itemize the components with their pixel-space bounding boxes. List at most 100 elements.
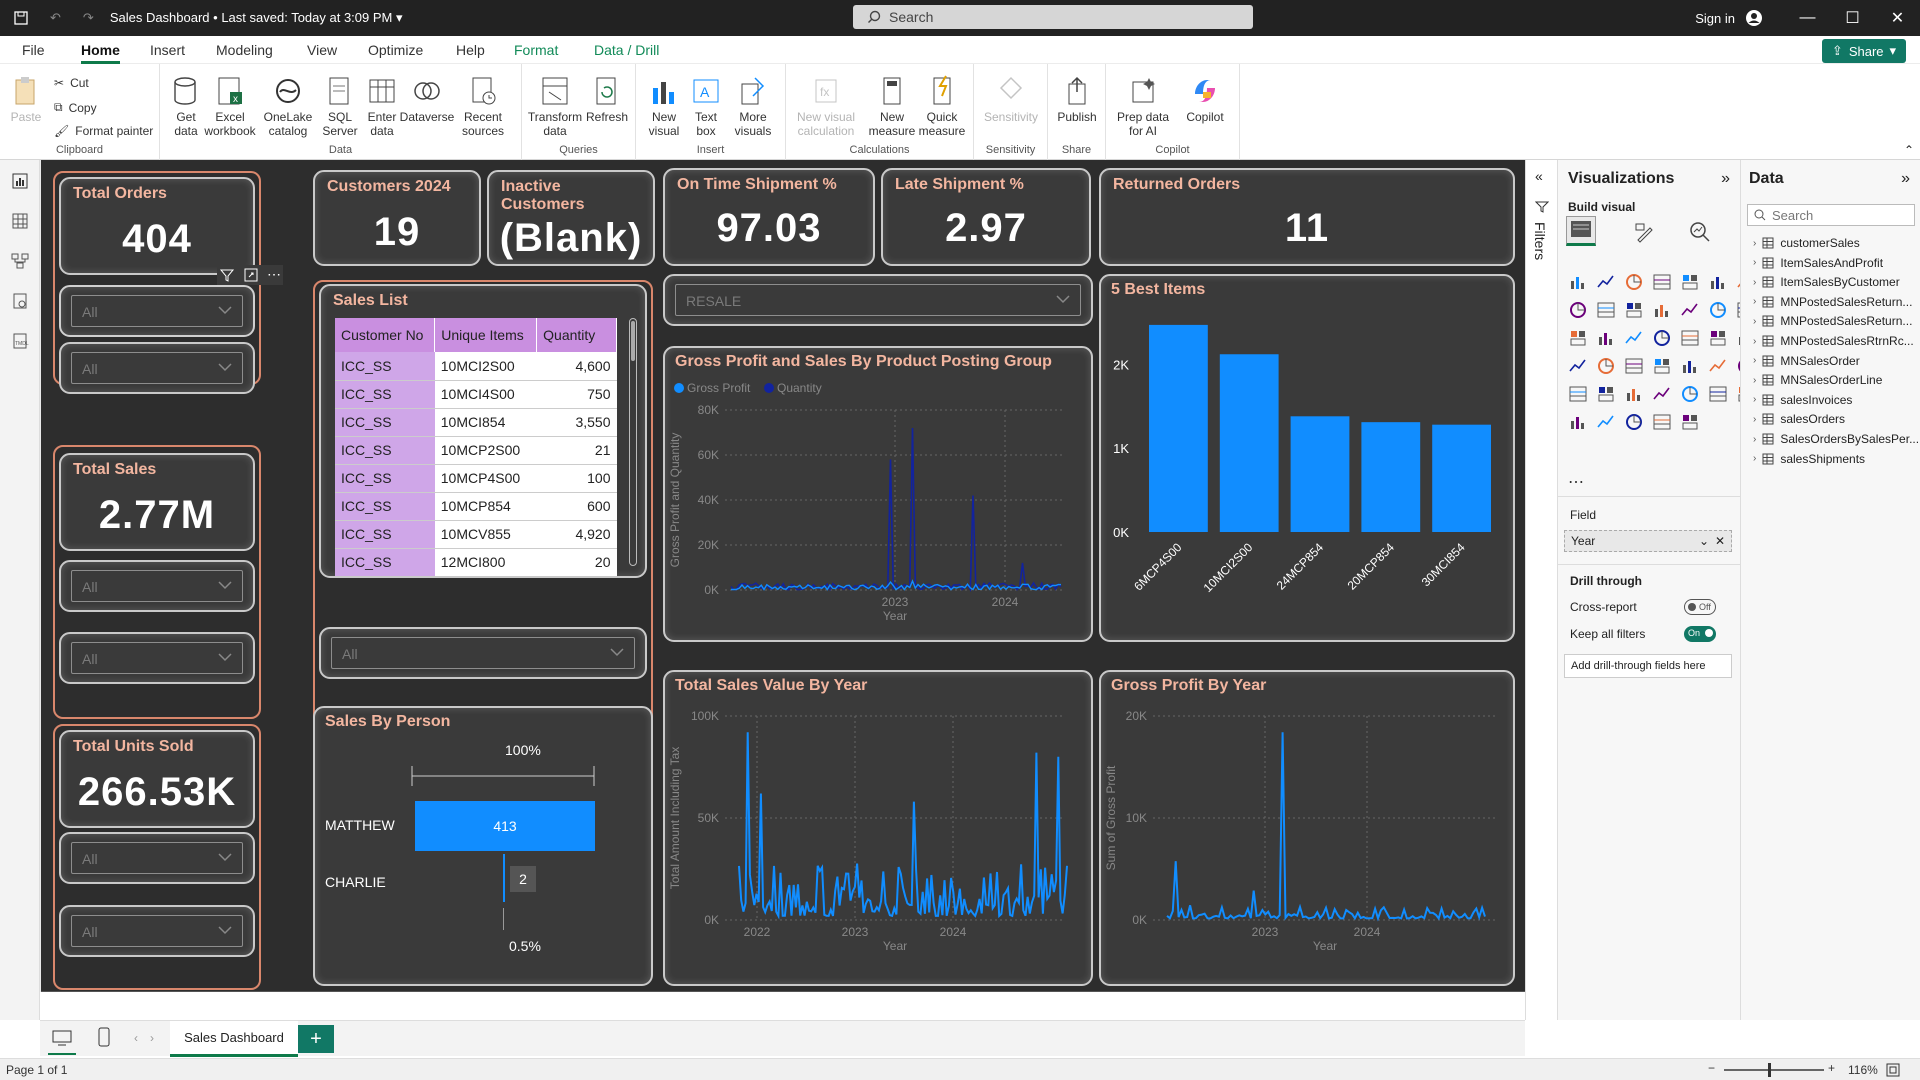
tab-help[interactable]: Help xyxy=(456,42,485,58)
tmdl-view-icon[interactable]: TMDL xyxy=(11,332,29,350)
page-tab-sales-dashboard[interactable]: Sales Dashboard xyxy=(170,1021,298,1057)
excel-button[interactable]: x Excel workbook xyxy=(204,74,256,138)
table-row[interactable]: ICC_SS 10MCI2S00 4,600 xyxy=(335,352,617,381)
chevron-down-icon[interactable]: ⌄ xyxy=(1699,534,1709,548)
prep-data-ai-button[interactable]: Prep data for AI xyxy=(1112,74,1174,138)
metrics-icon[interactable] xyxy=(1624,412,1644,432)
area-icon[interactable] xyxy=(1568,300,1588,320)
narrative-icon[interactable] xyxy=(1708,384,1728,404)
table-row[interactable]: ICC_SS 12MCI800 20 xyxy=(335,548,617,576)
data-table-item[interactable]: › ItemSalesByCustomer xyxy=(1753,275,1900,289)
data-search-input[interactable]: Search xyxy=(1747,204,1915,226)
treemap-icon[interactable] xyxy=(1596,328,1616,348)
tab-file[interactable]: File xyxy=(22,42,45,58)
collapse-pane-icon[interactable]: » xyxy=(1901,170,1910,188)
chevron-right-icon[interactable]: › xyxy=(1753,336,1756,347)
maximize-button[interactable]: ☐ xyxy=(1830,8,1875,28)
format-painter-button[interactable]: 🖌 Format painter xyxy=(54,124,153,138)
data-table-item[interactable]: › MNPostedSalesReturn... xyxy=(1753,314,1912,328)
more-visuals-ellipsis[interactable]: ⋯ xyxy=(1568,472,1584,492)
tab-data-drill[interactable]: Data / Drill xyxy=(594,42,659,58)
waterfall-icon[interactable] xyxy=(1680,300,1700,320)
slicer-dropdown[interactable]: All xyxy=(71,295,243,327)
table-row[interactable]: ICC_SS 10MCP2S00 21 xyxy=(335,436,617,465)
ribbon-icon[interactable] xyxy=(1652,300,1672,320)
table-row[interactable]: ICC_SS 10MCI854 3,550 xyxy=(335,408,617,437)
slicer-dropdown[interactable]: All xyxy=(71,915,243,947)
table-row[interactable]: ICC_SS12MCP4S00330 xyxy=(335,576,617,578)
data-table-item[interactable]: › salesShipments xyxy=(1753,452,1865,466)
slicer-dropdown[interactable]: All xyxy=(71,842,243,874)
clustered-bar-icon[interactable] xyxy=(1624,272,1644,292)
more-options-icon[interactable]: ⋯ xyxy=(267,267,281,283)
power-apps-icon[interactable] xyxy=(1568,412,1588,432)
publish-button[interactable]: Publish xyxy=(1056,74,1098,124)
fit-to-page-icon[interactable] xyxy=(1886,1063,1900,1077)
mobile-layout-icon[interactable] xyxy=(98,1027,110,1047)
transform-data-button[interactable]: Transform data xyxy=(528,74,582,138)
desktop-layout-icon[interactable] xyxy=(52,1029,72,1047)
clustered-column-icon[interactable] xyxy=(1652,272,1672,292)
chevron-right-icon[interactable]: › xyxy=(1753,414,1756,425)
refresh-button[interactable]: Refresh xyxy=(586,74,628,124)
zoom-in-button[interactable]: + xyxy=(1828,1061,1835,1075)
data-table-item[interactable]: › salesOrders xyxy=(1753,412,1845,426)
table-icon[interactable] xyxy=(1708,356,1728,376)
slicer-sales-2[interactable]: All xyxy=(59,632,255,684)
copilot-button[interactable]: Copilot xyxy=(1180,74,1230,124)
data-table-item[interactable]: › MNPostedSalesReturn... xyxy=(1753,295,1912,309)
slicer-orders-2[interactable]: All xyxy=(59,342,255,394)
python-visual-icon[interactable] xyxy=(1596,384,1616,404)
kpi-returned-orders[interactable]: Returned Orders 11 xyxy=(1099,168,1515,266)
slicer-resale[interactable]: RESALE xyxy=(663,274,1093,326)
stacked-column-icon[interactable] xyxy=(1596,272,1616,292)
kpi-total-orders[interactable]: Total Orders 404 xyxy=(59,177,255,275)
card-icon[interactable] xyxy=(1596,356,1616,376)
chevron-right-icon[interactable]: › xyxy=(1753,394,1756,405)
cut-button[interactable]: ✂ Cut xyxy=(54,76,89,90)
decomposition-icon[interactable] xyxy=(1652,384,1672,404)
zoom-slider[interactable] xyxy=(1724,1063,1824,1077)
column-header[interactable]: Quantity xyxy=(536,318,617,352)
goals-icon[interactable] xyxy=(1652,412,1672,432)
table-row[interactable]: ICC_SS 10MCP4S00 100 xyxy=(335,464,617,493)
chevron-right-icon[interactable]: › xyxy=(1753,296,1756,307)
slicer-dropdown[interactable]: All xyxy=(71,570,243,602)
chevron-right-icon[interactable]: › xyxy=(1753,453,1756,464)
filter-icon[interactable] xyxy=(219,267,235,283)
paste-button[interactable]: Paste xyxy=(10,74,42,124)
report-view-icon[interactable] xyxy=(11,172,29,190)
share-button[interactable]: ⇪ Share ▾ xyxy=(1822,39,1906,63)
keep-filters-toggle[interactable]: On xyxy=(1684,626,1716,642)
copy-button[interactable]: ⧉ Copy xyxy=(54,100,97,115)
kpi-total-sales[interactable]: Total Sales 2.77M xyxy=(59,453,255,551)
multi-row-card-icon[interactable] xyxy=(1624,356,1644,376)
donut-icon[interactable] xyxy=(1568,328,1588,348)
minimize-button[interactable]: — xyxy=(1785,9,1830,27)
slicer-units-2[interactable]: All xyxy=(59,905,255,957)
add-page-button[interactable]: + xyxy=(298,1025,334,1053)
gauge-icon[interactable] xyxy=(1568,356,1588,376)
chevron-right-icon[interactable]: › xyxy=(1753,238,1756,249)
new-measure-button[interactable]: New measure xyxy=(869,74,915,138)
100-bar-icon[interactable] xyxy=(1680,272,1700,292)
sql-server-button[interactable]: SQL Server xyxy=(320,74,360,138)
funnel-bar[interactable] xyxy=(503,854,505,902)
build-visual-tab[interactable] xyxy=(1566,216,1596,246)
next-page-icon[interactable]: › xyxy=(150,1031,154,1045)
slicer-sales-1[interactable]: All xyxy=(59,560,255,612)
slicer-dropdown[interactable]: All xyxy=(71,642,243,674)
tab-home[interactable]: Home xyxy=(81,42,120,64)
chart-total-sales-by-year[interactable]: Total Sales Value By Year 0K 50K 100K 2022 2… xyxy=(663,670,1093,986)
dax-query-view-icon[interactable] xyxy=(11,292,29,310)
kpi-total-units-sold[interactable]: Total Units Sold 266.53K xyxy=(59,730,255,828)
r-visual-icon[interactable] xyxy=(1568,384,1588,404)
table-scrollbar[interactable] xyxy=(629,318,637,566)
key-influencers-icon[interactable] xyxy=(1624,384,1644,404)
stacked-bar-icon[interactable] xyxy=(1568,272,1588,292)
cross-report-toggle[interactable]: Off xyxy=(1684,599,1716,615)
data-table-item[interactable]: › MNSalesOrderLine xyxy=(1753,373,1882,387)
dataverse-button[interactable]: Dataverse xyxy=(400,74,454,124)
scatter-icon[interactable] xyxy=(1708,300,1728,320)
kpi-icon[interactable] xyxy=(1652,356,1672,376)
